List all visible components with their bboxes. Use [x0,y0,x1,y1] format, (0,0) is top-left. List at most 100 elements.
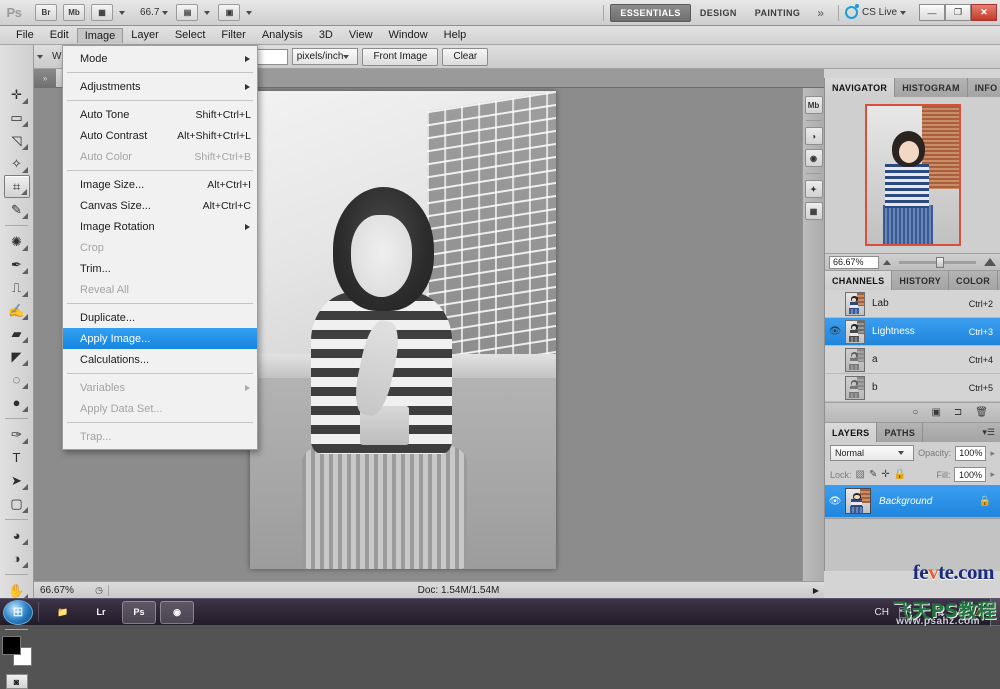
tab-color[interactable]: COLOR [949,271,999,290]
document-canvas[interactable] [250,91,556,569]
taskbar-lightroom[interactable]: Lr [84,601,118,624]
minimize-button[interactable]: — [919,4,945,21]
history-brush-tool[interactable]: ✍ [4,299,30,322]
fill-input[interactable]: 100% [954,467,987,482]
cs-live-chevron-down-icon[interactable] [900,10,906,15]
clear-crop-button[interactable]: Clear [442,47,489,66]
close-button[interactable]: ✕ [971,4,997,21]
status-menu-arrow-icon[interactable]: ▶ [808,586,824,595]
channel-visibility-eye-icon[interactable]: 👁 [825,326,845,337]
new-channel-icon[interactable]: ⊐ [954,407,962,418]
screen-mode-button[interactable]: ▤ [176,4,199,21]
menu-select[interactable]: Select [167,27,214,43]
load-selection-icon[interactable]: ○ [912,407,918,418]
tab-paths[interactable]: PATHS [877,423,924,442]
view-extras-button[interactable]: ▦ [91,4,113,21]
eyedropper-tool[interactable]: ✎ [4,198,30,221]
taskbar-photoshop[interactable]: Ps [122,600,156,624]
screen-mode-chevron-down-icon[interactable] [204,10,211,15]
document-tab-grip[interactable]: » [34,69,56,88]
menu-item-adjustments[interactable]: Adjustments [63,76,257,97]
masks-panel-icon[interactable]: ◉ [804,149,823,167]
navigator-zoom-slider[interactable] [899,256,976,268]
start-button[interactable]: ⊞ [3,599,33,625]
mini-bridge-panel-icon[interactable]: Mb [804,96,823,114]
menu-view[interactable]: View [341,27,381,43]
navigator-thumbnail[interactable] [864,104,961,246]
path-selection-tool[interactable]: ➤ [4,469,30,492]
rectangle-shape-tool[interactable]: ▢ [4,492,30,515]
cs-live-button[interactable]: CS Live [844,4,911,19]
view-extras-chevron-down-icon[interactable] [119,10,125,15]
blend-mode-select[interactable]: Normal [830,445,915,461]
taskbar-other-app[interactable]: ◉ [160,600,194,624]
tab-info[interactable]: INFO [968,78,1000,97]
menu-image[interactable]: Image [76,27,124,43]
zoom-chevron-down-icon[interactable] [162,10,169,15]
menu-item-calculations[interactable]: Calculations... [63,349,257,370]
navigator-zoom-knob[interactable] [935,256,944,268]
navigator-zoom-input[interactable]: 66.67% [829,255,879,269]
dodge-tool[interactable]: ● [4,391,30,414]
foreground-color-swatch[interactable] [1,636,21,655]
tool-preset-chevron-down-icon[interactable] [37,54,43,59]
save-selection-icon[interactable]: ▣ [931,407,940,418]
menu-item-image-rotation[interactable]: Image Rotation [63,216,257,237]
brush-tool[interactable]: ✒ [4,253,30,276]
lock-image-icon[interactable]: ✎ [869,469,877,480]
move-tool[interactable]: ✛ [4,83,30,106]
arrange-documents-button[interactable]: ▣ [218,4,241,21]
zoom-in-icon[interactable] [984,258,996,266]
quick-selection-tool[interactable]: ✧ [4,152,30,175]
menu-item-canvas-size[interactable]: Canvas Size... Alt+Ctrl+C [63,195,257,216]
channel-row-lightness[interactable]: 👁 Lightness Ctrl+3 [825,318,1000,346]
quick-mask-toggle[interactable]: ◙ [5,674,28,689]
channel-row-lab[interactable]: Lab Ctrl+2 [825,290,1000,318]
menu-item-apply-image[interactable]: Apply Image... [63,328,257,349]
image-menu-dropdown[interactable]: Mode Adjustments Auto Tone Shift+Ctrl+L Auto… [62,45,258,450]
gradient-tool[interactable]: ◤ [4,345,30,368]
menu-item-auto-tone[interactable]: Auto Tone Shift+Ctrl+L [63,104,257,125]
input-method-indicator[interactable]: CH [874,607,888,618]
fill-stepper-icon[interactable]: ▸ [990,469,995,480]
3d-rotate-tool[interactable]: ◕ [4,524,30,547]
menu-layer[interactable]: Layer [123,27,167,43]
status-zoom-field[interactable]: 66.67% [34,585,90,596]
blur-tool[interactable]: ◌ [4,368,30,391]
workspace-essentials[interactable]: ESSENTIALS [610,3,691,22]
launch-mini-bridge-button[interactable]: Mb [63,4,85,21]
menu-3d[interactable]: 3D [311,27,341,43]
eraser-tool[interactable]: ▰ [4,322,30,345]
menu-analysis[interactable]: Analysis [254,27,311,43]
marquee-tool[interactable]: ▭ [4,106,30,129]
opacity-stepper-icon[interactable]: ▸ [990,448,995,459]
menu-file[interactable]: File [8,27,42,43]
menu-item-image-size[interactable]: Image Size... Alt+Ctrl+I [63,174,257,195]
tab-history[interactable]: HISTORY [892,271,950,290]
channel-row-a[interactable]: a Ctrl+4 [825,346,1000,374]
tab-layers[interactable]: LAYERS [825,423,878,442]
tab-histogram[interactable]: HISTOGRAM [895,78,968,97]
launch-bridge-button[interactable]: Br [35,4,57,21]
menu-help[interactable]: Help [436,27,475,43]
3d-orbit-tool[interactable]: ◑ [4,547,30,570]
menu-item-mode[interactable]: Mode [63,48,257,69]
layers-panel-menu-icon[interactable]: ▾☰ [977,423,1000,442]
delete-channel-icon[interactable]: 🗑 [975,407,988,418]
clone-stamp-tool[interactable]: ⎍ [4,276,30,299]
front-image-button[interactable]: Front Image [362,47,439,66]
taskbar-explorer[interactable]: 📁 [46,601,80,624]
lasso-tool[interactable]: ◹ [4,129,30,152]
tab-channels[interactable]: CHANNELS [825,271,893,290]
menu-edit[interactable]: Edit [42,27,77,43]
opacity-input[interactable]: 100% [955,445,987,461]
type-tool[interactable]: T [4,446,30,469]
resolution-unit-select[interactable]: pixels/inch [291,48,359,65]
layer-visibility-eye-icon[interactable]: 👁 [825,496,845,507]
layer-row-background[interactable]: 👁 Background 🔒 [825,485,1000,518]
menu-item-duplicate[interactable]: Duplicate... [63,307,257,328]
restore-button[interactable]: ❐ [945,4,971,21]
tab-navigator[interactable]: NAVIGATOR [825,78,896,97]
menu-item-auto-contrast[interactable]: Auto Contrast Alt+Shift+Ctrl+L [63,125,257,146]
channel-row-b[interactable]: b Ctrl+5 [825,374,1000,402]
